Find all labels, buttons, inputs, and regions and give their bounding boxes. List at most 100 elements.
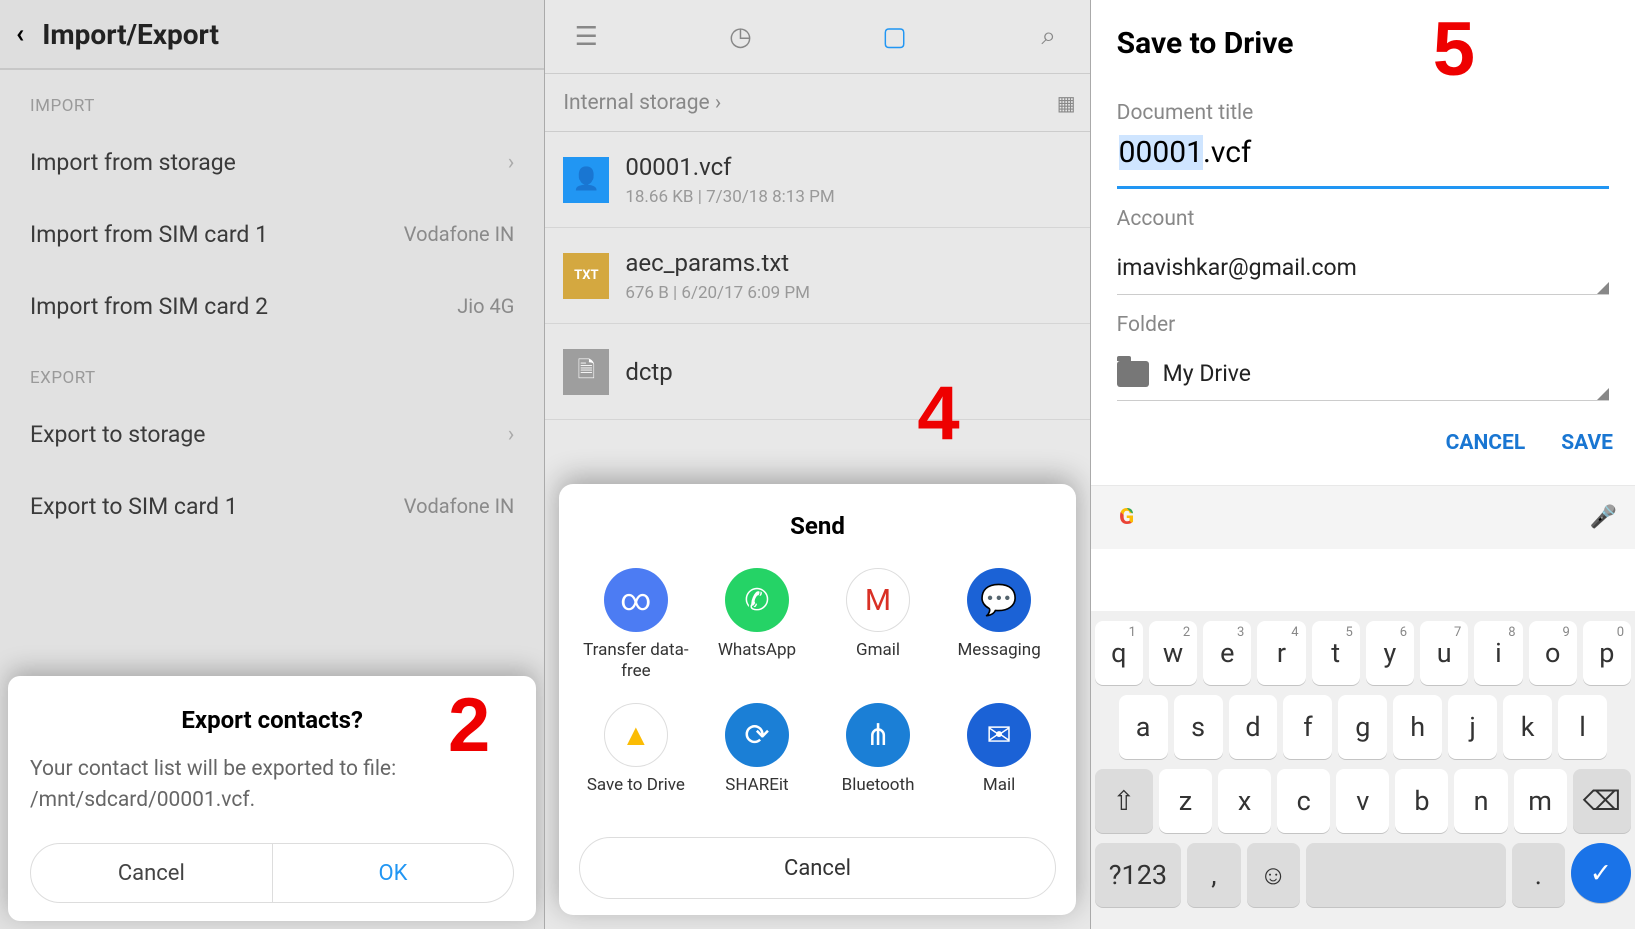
app-icon: ⟳ — [725, 703, 789, 767]
file-name: dctp — [625, 358, 672, 386]
key-w[interactable]: w2 — [1149, 621, 1197, 685]
key-l[interactable]: l — [1558, 695, 1607, 759]
account-selector[interactable]: imavishkar@gmail.com — [1117, 241, 1609, 295]
mic-icon[interactable]: 🎤 — [1590, 505, 1617, 530]
symbols-key[interactable]: ?123 — [1095, 843, 1182, 907]
search-icon[interactable]: ⌕ — [1028, 21, 1070, 52]
key-q[interactable]: q1 — [1095, 621, 1143, 685]
back-icon[interactable]: ‹ — [16, 19, 24, 49]
file-row[interactable]: 👤00001.vcf18.66 KB | 7/30/18 8:13 PM — [545, 132, 1089, 228]
page-title: Import/Export — [42, 18, 219, 51]
account-value: imavishkar@gmail.com — [1117, 254, 1357, 281]
key-o[interactable]: o9 — [1529, 621, 1577, 685]
app-label: Bluetooth — [842, 775, 915, 815]
key-p[interactable]: p0 — [1583, 621, 1631, 685]
backspace-key[interactable]: ⌫ — [1573, 769, 1631, 833]
row-import-storage[interactable]: Import from storage › — [0, 126, 544, 198]
key-j[interactable]: j — [1448, 695, 1497, 759]
share-app[interactable]: 💬 Messaging — [943, 568, 1056, 681]
key-g[interactable]: g — [1338, 695, 1387, 759]
row-export-storage[interactable]: Export to storage › — [0, 398, 544, 470]
doc-title-label: Document title — [1117, 101, 1609, 125]
key-c[interactable]: c — [1277, 769, 1330, 833]
row-import-sim1[interactable]: Import from SIM card 1 Vodafone IN — [0, 198, 544, 270]
account-label: Account — [1117, 207, 1609, 231]
comma-key[interactable]: , — [1187, 843, 1240, 907]
file-row[interactable]: TXTaec_params.txt676 B | 6/20/17 6:09 PM — [545, 228, 1089, 324]
panel-import-export: ‹ Import/Export IMPORT Import from stora… — [0, 0, 545, 929]
done-key[interactable]: ✓ — [1571, 843, 1631, 903]
google-icon[interactable]: G — [1109, 500, 1145, 536]
row-export-sim1[interactable]: Export to SIM card 1 Vodafone IN — [0, 470, 544, 542]
key-x[interactable]: x — [1218, 769, 1271, 833]
file-type-icon: 🗎 — [563, 349, 609, 395]
share-app[interactable]: MGmail — [821, 568, 934, 681]
emoji-key[interactable]: ☺ — [1247, 843, 1300, 907]
cancel-button[interactable]: Cancel — [579, 837, 1055, 899]
grid-view-icon[interactable]: ▦ — [1057, 91, 1072, 115]
row-value: Jio 4G — [457, 294, 514, 318]
key-r[interactable]: r4 — [1257, 621, 1305, 685]
key-f[interactable]: f — [1283, 695, 1332, 759]
chevron-right-icon: › — [508, 422, 515, 447]
section-import-label: IMPORT — [0, 70, 544, 126]
file-name: aec_params.txt — [625, 249, 810, 277]
virtual-keyboard: q1w2e3r4t5y6u7i8o9p0 asdfghjkl ⇧ zxcvbnm… — [1091, 611, 1635, 929]
cancel-button[interactable]: CANCEL — [1446, 431, 1526, 455]
key-i[interactable]: i8 — [1474, 621, 1522, 685]
app-label: Mail — [983, 775, 1015, 815]
app-label: Messaging — [957, 640, 1040, 680]
key-d[interactable]: d — [1229, 695, 1278, 759]
recent-icon[interactable]: ◷ — [719, 22, 761, 52]
shift-key[interactable]: ⇧ — [1095, 769, 1153, 833]
row-value: Vodafone IN — [404, 222, 515, 246]
keyboard-suggestion-bar: G 🎤 — [1091, 485, 1635, 549]
key-u[interactable]: u7 — [1420, 621, 1468, 685]
app-label: Transfer data-free — [579, 640, 692, 681]
ok-button[interactable]: OK — [273, 843, 515, 903]
folder-label: Folder — [1117, 313, 1609, 337]
key-k[interactable]: k — [1503, 695, 1552, 759]
app-icon: 💬 — [967, 568, 1031, 632]
panel-save-to-drive: Save to Drive Document title 00001.vcf A… — [1091, 0, 1635, 929]
hamburger-icon[interactable]: ☰ — [565, 22, 607, 52]
share-app[interactable]: ⋔Bluetooth — [821, 703, 934, 815]
key-s[interactable]: s — [1174, 695, 1223, 759]
breadcrumb[interactable]: Internal storage › — [563, 91, 721, 115]
sheet-title: Send — [579, 512, 1055, 540]
key-t[interactable]: t5 — [1312, 621, 1360, 685]
share-app[interactable]: ⟳SHAREit — [700, 703, 813, 815]
top-tab-bar: ☰ ◷ ▢ ⌕ — [545, 0, 1089, 74]
period-key[interactable]: . — [1512, 843, 1565, 907]
key-n[interactable]: n — [1454, 769, 1507, 833]
key-m[interactable]: m — [1514, 769, 1567, 833]
key-y[interactable]: y6 — [1366, 621, 1414, 685]
doc-title-input[interactable]: 00001.vcf — [1117, 135, 1609, 189]
folder-selector[interactable]: My Drive — [1117, 347, 1609, 401]
app-icon: ✆ — [725, 568, 789, 632]
file-row[interactable]: 🗎 dctp — [545, 324, 1089, 420]
app-icon: ∞ — [604, 568, 668, 632]
key-b[interactable]: b — [1395, 769, 1448, 833]
key-z[interactable]: z — [1159, 769, 1212, 833]
save-button[interactable]: SAVE — [1561, 431, 1613, 455]
share-app[interactable]: ✉Mail — [943, 703, 1056, 815]
key-h[interactable]: h — [1393, 695, 1442, 759]
file-type-icon: 👤 — [563, 157, 609, 203]
share-app[interactable]: ▲Save to Drive — [579, 703, 692, 815]
cancel-button[interactable]: Cancel — [30, 843, 273, 903]
space-key[interactable] — [1306, 843, 1506, 907]
dialog-title: Export contacts? — [30, 706, 514, 734]
key-v[interactable]: v — [1336, 769, 1389, 833]
share-sheet: Send ∞Transfer data-free✆WhatsAppMGmail💬… — [559, 484, 1075, 915]
row-label: Export to SIM card 1 — [30, 493, 238, 520]
key-e[interactable]: e3 — [1203, 621, 1251, 685]
row-import-sim2[interactable]: Import from SIM card 2 Jio 4G — [0, 270, 544, 342]
folder-tab-icon[interactable]: ▢ — [874, 22, 916, 52]
file-name: 00001.vcf — [625, 153, 834, 181]
app-icon: M — [846, 568, 910, 632]
key-a[interactable]: a — [1119, 695, 1168, 759]
share-app[interactable]: ✆WhatsApp — [700, 568, 813, 681]
row-label: Import from SIM card 1 — [30, 221, 268, 248]
share-app[interactable]: ∞ Transfer data-free — [579, 568, 692, 681]
